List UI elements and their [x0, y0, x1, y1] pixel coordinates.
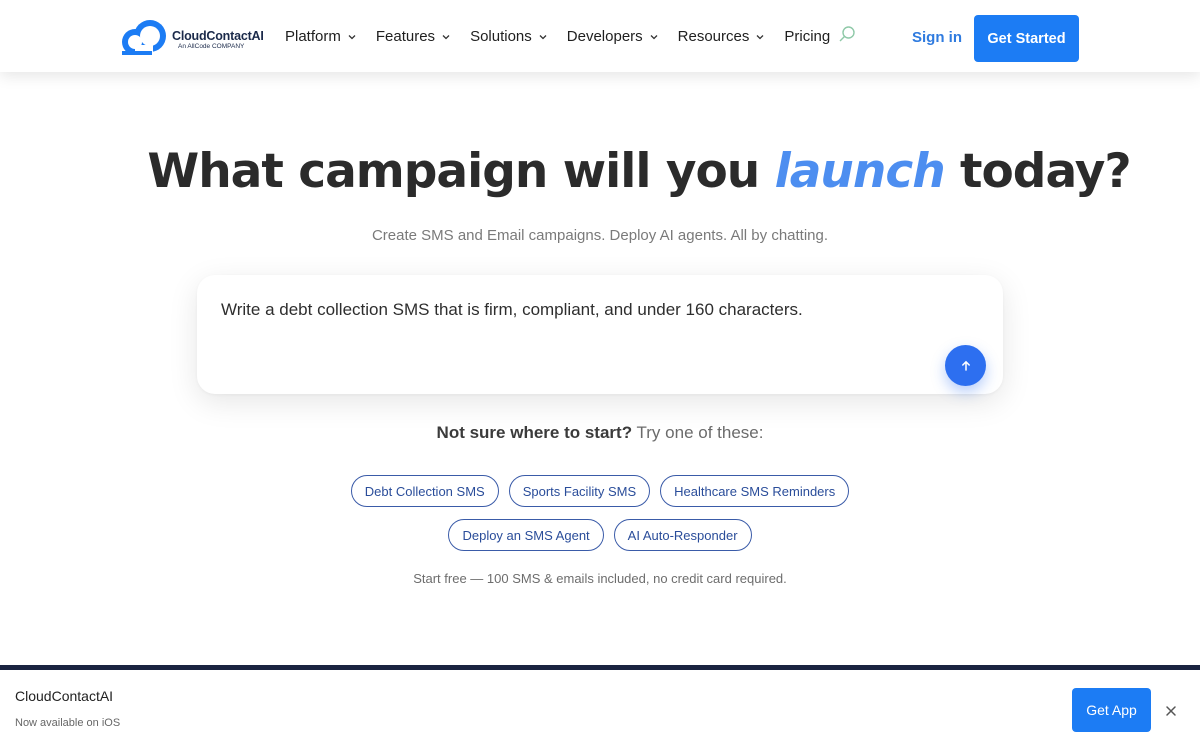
search-icon[interactable] [838, 25, 856, 43]
chevron-down-icon [442, 34, 450, 39]
send-button[interactable] [945, 345, 986, 386]
chevron-down-icon [348, 34, 356, 39]
chevron-down-icon [650, 34, 658, 39]
cloud-logo-icon [122, 20, 166, 55]
logo-tagline: An AllCode COMPANY [178, 42, 245, 50]
logo-name: CloudContactAI [172, 29, 264, 43]
suggestions-heading-bold: Not sure where to start? [436, 423, 633, 442]
suggestions-heading: Not sure where to start? Try one of thes… [0, 423, 1200, 443]
hero-title-before: What campaign will you [147, 144, 760, 199]
close-icon[interactable] [1163, 703, 1179, 719]
suggestion-chip-sports-facility[interactable]: Sports Facility SMS [508, 475, 651, 507]
sign-in-link[interactable]: Sign in [912, 29, 962, 46]
free-trial-note: Start free — 100 SMS & emails included, … [413, 571, 787, 586]
suggestion-chip-auto-responder[interactable]: AI Auto-Responder [613, 519, 752, 551]
suggestion-chip-sms-agent[interactable]: Deploy an SMS Agent [448, 519, 604, 551]
suggestion-chip-debt-collection[interactable]: Debt Collection SMS [350, 475, 499, 507]
hero-title-after: today? [960, 144, 1132, 199]
logo-text: CloudContactAI An AllCode COMPANY [172, 26, 264, 50]
nav-label: Developers [566, 28, 643, 45]
suggestion-row: Deploy an SMS Agent AI Auto-Responder [0, 519, 1200, 551]
suggestion-chip-healthcare[interactable]: Healthcare SMS Reminders [660, 475, 850, 507]
get-started-button[interactable]: Get Started [974, 15, 1079, 62]
suggestions-heading-rest: Try one of these: [636, 423, 764, 442]
app-banner: CloudContactAI Now available on iOS Get … [0, 670, 1200, 750]
nav-label: Features [375, 28, 436, 45]
nav-label: Solutions [470, 28, 532, 45]
hero-subtitle: Create SMS and Email campaigns. Deploy A… [371, 227, 829, 244]
nav-item-pricing[interactable]: Pricing [784, 28, 830, 45]
prompt-box: Write a debt collection SMS that is firm… [197, 275, 1003, 394]
nav-label: Resources [677, 28, 750, 45]
hero-title: What campaign will you launch today? [0, 144, 1200, 199]
nav-item-developers[interactable]: Developers [567, 28, 658, 45]
nav-item-features[interactable]: Features [376, 28, 450, 45]
nav-item-resources[interactable]: Resources [678, 28, 765, 45]
app-banner-subtitle: Now available on iOS [15, 717, 121, 729]
get-app-button[interactable]: Get App [1072, 688, 1151, 732]
main-nav: Platform Features Solutions Developers R… [285, 25, 856, 45]
suggestion-row: Debt Collection SMS Sports Facility SMS … [0, 475, 1200, 507]
chevron-down-icon [756, 34, 764, 39]
nav-item-solutions[interactable]: Solutions [470, 28, 547, 45]
hero-title-accent: launch [774, 144, 946, 199]
nav-label: Platform [285, 28, 341, 45]
nav-item-platform[interactable]: Platform [285, 28, 356, 45]
prompt-input[interactable]: Write a debt collection SMS that is firm… [221, 300, 961, 320]
logo[interactable]: CloudContactAI An AllCode COMPANY [119, 18, 264, 58]
chevron-down-icon [539, 34, 547, 39]
nav-label: Pricing [784, 28, 831, 45]
arrow-up-icon [961, 360, 970, 371]
site-header: CloudContactAI An AllCode COMPANY Platfo… [0, 0, 1200, 72]
app-banner-title: CloudContactAI [15, 688, 114, 704]
